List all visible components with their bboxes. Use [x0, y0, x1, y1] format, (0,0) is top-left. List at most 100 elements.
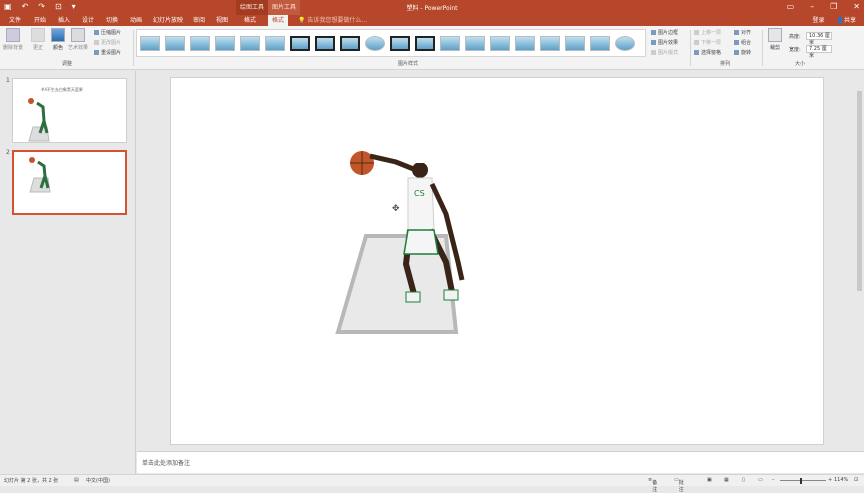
language-indicator[interactable]: 中文(中国)	[86, 477, 110, 484]
color-label: 颜色	[52, 45, 63, 51]
picture-effects-icon	[651, 40, 656, 45]
zoom-out-icon[interactable]: –	[772, 477, 775, 483]
fit-to-window-icon[interactable]: ⊡	[854, 477, 858, 483]
picture-effects-button[interactable]: 图片效果	[651, 39, 678, 46]
compress-pictures-button[interactable]: 压缩图片	[94, 29, 121, 36]
align-button[interactable]: 对齐	[734, 29, 751, 36]
restore-icon[interactable]: ❐	[830, 2, 837, 11]
normal-view-icon[interactable]: ▣	[707, 477, 712, 483]
player-thumbnail-image	[29, 157, 51, 193]
tab-slideshow[interactable]: 幻灯片放映	[153, 15, 183, 26]
login-link[interactable]: 登录	[812, 15, 824, 26]
picture-style-17[interactable]	[540, 36, 560, 51]
tab-home[interactable]: 开始	[34, 15, 46, 26]
group-separator	[690, 30, 691, 66]
vertical-scrollbar[interactable]	[855, 71, 864, 451]
share-label: 共享	[843, 17, 856, 24]
picture-style-12[interactable]	[415, 36, 435, 51]
tab-review[interactable]: 审阅	[193, 15, 205, 26]
picture-style-2[interactable]	[165, 36, 185, 51]
current-slide[interactable]: CS ✥	[170, 77, 824, 445]
remove-background-button[interactable]: 删除背景	[3, 28, 23, 51]
tab-picture-format[interactable]: 格式	[268, 15, 289, 26]
picture-style-13[interactable]	[440, 36, 460, 51]
comments-toggle-label: 批注	[678, 480, 684, 493]
ribbon: 删除背景 更正 颜色 艺术效果 压缩图片 更改图片 重设图片 调整 图片边框 图…	[0, 26, 864, 70]
selection-pane-label: 选择窗格	[701, 50, 722, 56]
slide-thumbnail-2[interactable]	[12, 150, 127, 215]
zoom-slider-thumb[interactable]	[800, 478, 802, 484]
minimize-icon[interactable]: –	[810, 2, 814, 11]
comments-toggle[interactable]: ▭ 批注	[674, 477, 684, 493]
reset-picture-icon	[94, 50, 99, 55]
share-button[interactable]: 👤共享	[837, 15, 857, 26]
picture-border-button[interactable]: 图片边框	[651, 29, 678, 36]
picture-styles-gallery[interactable]	[136, 29, 646, 57]
close-icon[interactable]: ✕	[853, 2, 860, 11]
tab-transitions[interactable]: 切换	[106, 15, 118, 26]
tell-me-box[interactable]: 💡 告诉我您想要做什么...	[298, 15, 367, 26]
picture-style-19[interactable]	[590, 36, 610, 51]
picture-style-16[interactable]	[515, 36, 535, 51]
basketball-player-image[interactable]: CS	[334, 144, 494, 344]
remove-background-label: 删除背景	[3, 45, 24, 51]
bring-forward-button[interactable]: 上移一层	[694, 29, 721, 36]
zoom-in-icon[interactable]: +	[828, 477, 832, 483]
tab-file[interactable]: 文件	[9, 15, 21, 26]
bring-forward-icon	[694, 30, 699, 35]
slide-sorter-icon[interactable]: ▦	[724, 477, 729, 483]
ribbon-display-icon[interactable]: ▭	[787, 2, 795, 11]
rotate-label: 旋转	[741, 50, 752, 56]
selection-pane-icon	[694, 50, 699, 55]
slide-info: 幻灯片 第 2 张，共 2 张	[4, 478, 59, 484]
picture-style-10[interactable]	[365, 36, 385, 51]
tab-insert[interactable]: 插入	[58, 15, 70, 26]
corrections-button[interactable]: 更正	[28, 28, 48, 51]
picture-style-9[interactable]	[340, 36, 360, 51]
tab-animations[interactable]: 动画	[130, 15, 142, 26]
zoom-level[interactable]: 114%	[834, 477, 848, 483]
width-input[interactable]: 7.25 厘米	[806, 45, 832, 59]
picture-style-15[interactable]	[490, 36, 510, 51]
selection-pane-button[interactable]: 选择窗格	[694, 49, 721, 56]
group-button[interactable]: 组合	[734, 39, 751, 46]
picture-style-1[interactable]	[140, 36, 160, 51]
picture-style-11[interactable]	[390, 36, 410, 51]
send-backward-button[interactable]: 下移一层	[694, 39, 721, 46]
reading-view-icon[interactable]: ▯	[742, 477, 745, 483]
tab-view[interactable]: 视图	[216, 15, 228, 26]
artistic-effects-button[interactable]: 艺术效果	[68, 28, 88, 51]
picture-style-6[interactable]	[265, 36, 285, 51]
notes-pane[interactable]: 单击此处添加备注	[137, 451, 864, 473]
rotate-button[interactable]: 旋转	[734, 49, 751, 56]
tab-design[interactable]: 设计	[82, 15, 94, 26]
color-button[interactable]: 颜色	[48, 28, 68, 51]
tab-drawing-format[interactable]: 格式	[244, 15, 256, 26]
picture-style-4[interactable]	[215, 36, 235, 51]
height-label: 高度:	[789, 34, 801, 40]
crop-button[interactable]: 裁剪	[765, 28, 785, 51]
artistic-effects-label: 艺术效果	[68, 45, 89, 51]
picture-style-20[interactable]	[615, 36, 635, 51]
height-input[interactable]: 10.36 厘米	[806, 32, 832, 46]
ribbon-tabs: 文件 开始 插入 设计 切换 动画 幻灯片放映 审阅 视图 格式 格式 💡 告诉…	[0, 15, 864, 26]
picture-style-3[interactable]	[190, 36, 210, 51]
scrollbar-thumb[interactable]	[857, 91, 862, 291]
slide-thumbnail-1[interactable]: #4不生去白象黑天篮果	[12, 78, 127, 143]
spellcheck-icon[interactable]: ▤	[74, 477, 79, 483]
player-thumbnail-image	[28, 98, 50, 142]
picture-style-8[interactable]	[315, 36, 335, 51]
picture-style-5[interactable]	[240, 36, 260, 51]
compress-icon	[94, 30, 99, 35]
picture-style-7[interactable]	[290, 36, 310, 51]
reset-picture-button[interactable]: 重设图片	[94, 49, 121, 56]
change-picture-button[interactable]: 更改图片	[94, 39, 121, 46]
slide-number: 1	[6, 77, 10, 84]
picture-style-18[interactable]	[565, 36, 585, 51]
group-icon	[734, 40, 739, 45]
notes-toggle[interactable]: ≡ 备注	[648, 477, 657, 493]
picture-style-14[interactable]	[465, 36, 485, 51]
slideshow-icon[interactable]: ▭	[758, 477, 763, 483]
zoom-slider[interactable]	[780, 480, 826, 481]
picture-layout-button[interactable]: 图片版式	[651, 49, 678, 56]
